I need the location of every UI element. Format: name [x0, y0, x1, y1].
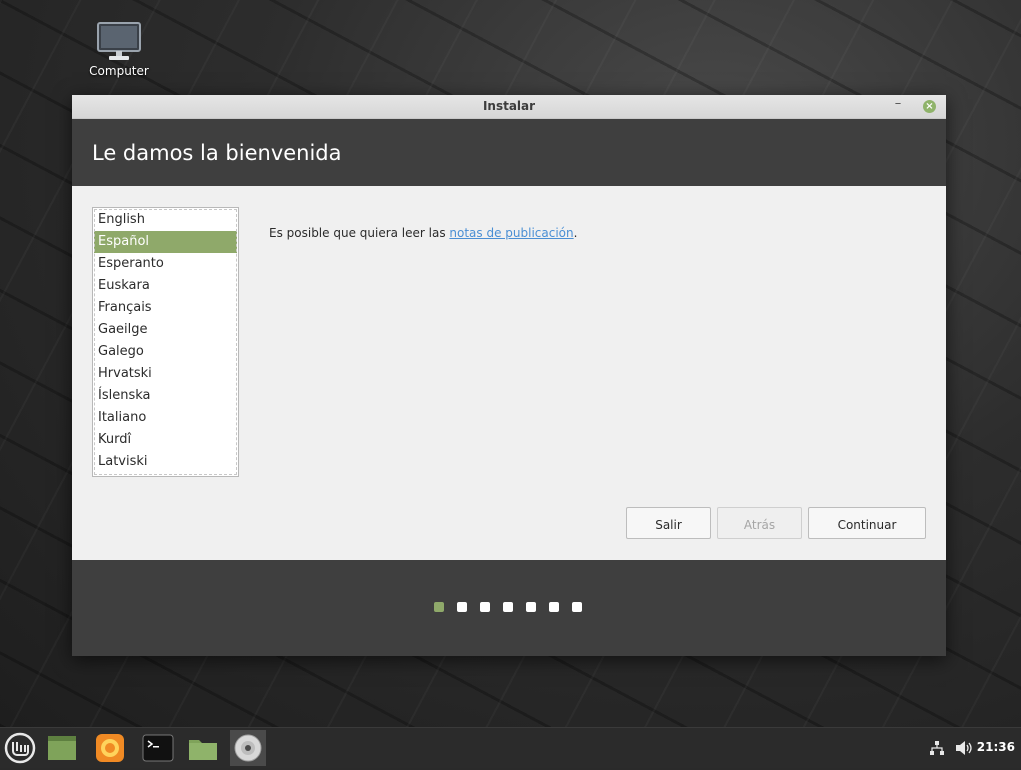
release-notes-link[interactable]: notas de publicación [449, 226, 573, 240]
installer-window: Instalar – × Le damos la bienvenida Engl… [72, 95, 946, 656]
files-icon [189, 740, 217, 760]
page-title: Le damos la bienvenida [92, 141, 342, 165]
language-item[interactable]: English [94, 209, 237, 231]
progress-step-dot [572, 602, 582, 612]
progress-indicator [434, 602, 595, 612]
language-item[interactable]: Español [94, 231, 237, 253]
desktop-icon-label: Computer [89, 64, 149, 78]
language-item[interactable]: Latviski [94, 451, 237, 473]
terminal-button[interactable] [140, 730, 176, 766]
language-item[interactable]: Gaeilge [94, 319, 237, 341]
language-list[interactable]: English Español Esperanto Euskara Français Ga… [92, 207, 239, 477]
network-icon[interactable] [929, 740, 945, 760]
progress-step-dot [457, 602, 467, 612]
installer-disc-icon [234, 734, 262, 762]
terminal-icon [142, 734, 174, 762]
computer-icon [97, 22, 141, 62]
show-desktop-icon [48, 736, 76, 760]
language-item[interactable]: Italiano [94, 407, 237, 429]
close-button[interactable]: × [923, 100, 936, 113]
window-titlebar[interactable]: Instalar – × [72, 95, 946, 119]
language-item[interactable]: Kurdî [94, 429, 237, 451]
minimize-icon: – [894, 96, 902, 111]
window-header: Le damos la bienvenida [72, 119, 946, 186]
progress-step-dot [549, 602, 559, 612]
progress-step-dot [526, 602, 536, 612]
continue-button[interactable]: Continuar [808, 507, 926, 539]
clock[interactable]: 21:36 [977, 740, 1015, 754]
language-item[interactable]: Esperanto [94, 253, 237, 275]
mint-menu-button[interactable] [2, 730, 38, 766]
progress-step-dot [434, 602, 444, 612]
window-content: English Español Esperanto Euskara Français Ga… [72, 186, 946, 561]
release-notes-prefix: Es posible que quiera leer las [269, 226, 450, 240]
language-item[interactable]: Íslenska [94, 385, 237, 407]
show-desktop-button[interactable] [44, 730, 80, 766]
release-notes-suffix: . [573, 226, 578, 240]
progress-step-dot [503, 602, 513, 612]
language-item[interactable]: Euskara [94, 275, 237, 297]
taskbar: 21:36 [0, 727, 1021, 768]
firefox-icon [96, 734, 124, 762]
volume-icon[interactable] [955, 740, 973, 760]
language-item[interactable]: Hrvatski [94, 363, 237, 385]
back-button[interactable]: Atrás [717, 507, 802, 539]
installer-button[interactable] [230, 730, 266, 766]
language-item[interactable]: Galego [94, 341, 237, 363]
firefox-button[interactable] [92, 730, 128, 766]
minimize-button[interactable]: – [892, 97, 904, 112]
desktop-icon-computer[interactable]: Computer [84, 22, 154, 78]
progress-step-dot [480, 602, 490, 612]
language-list-items: English Español Esperanto Euskara Français Ga… [93, 208, 238, 473]
window-title: Instalar [482, 99, 536, 113]
language-item[interactable]: Français [94, 297, 237, 319]
window-footer [72, 560, 946, 656]
quit-button[interactable]: Salir [626, 507, 711, 539]
release-notes-text: Es posible que quiera leer las notas de … [269, 226, 577, 240]
files-button[interactable] [185, 730, 221, 766]
mint-menu-icon [4, 732, 36, 764]
close-icon: × [925, 101, 934, 112]
